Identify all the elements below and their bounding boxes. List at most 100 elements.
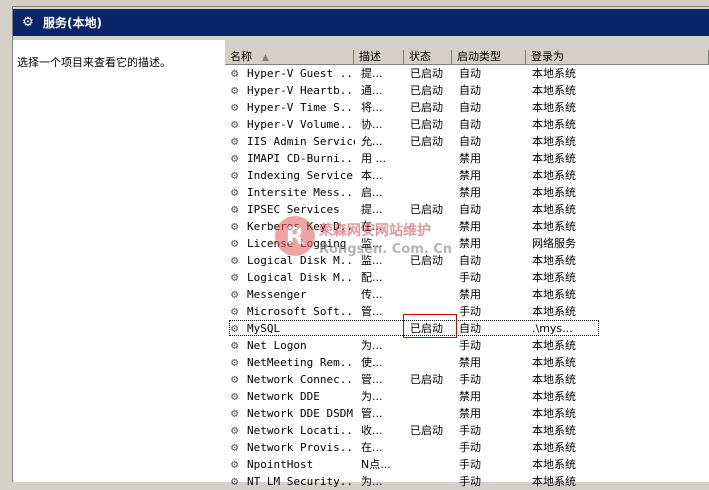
left-frame: [0, 6, 13, 482]
gear-icon: ⚙: [231, 389, 239, 403]
service-logon-as: 本地系统: [532, 186, 576, 199]
service-name: Network Provis...: [247, 441, 355, 454]
service-startup-type: 禁用: [459, 169, 481, 182]
service-startup-type: 手动: [459, 339, 481, 352]
gear-icon: ⚙: [231, 423, 239, 437]
service-startup-type: 禁用: [459, 288, 481, 301]
service-row[interactable]: ⚙ Intersite Mess... 启... 禁用 本地系统: [225, 184, 709, 201]
service-row[interactable]: ⚙ IIS Admin Service 允... 已启动 自动 本地系统: [225, 133, 709, 150]
pane-title: 服务(本地): [43, 16, 102, 30]
service-description: N点...: [361, 458, 391, 471]
column-header-logon-as[interactable]: 登录为: [526, 50, 709, 65]
service-row[interactable]: ⚙ Microsoft Soft... 管... 手动 本地系统: [225, 303, 709, 320]
service-logon-as: 本地系统: [532, 407, 576, 420]
service-description: 允...: [361, 135, 383, 148]
service-name: NpointHost: [247, 458, 314, 471]
service-row[interactable]: ⚙ Hyper-V Volume... 协... 已启动 自动 本地系统: [225, 116, 709, 133]
service-row[interactable]: ⚙ NetMeeting Rem... 使... 禁用 本地系统: [225, 354, 709, 371]
service-name: Microsoft Soft...: [247, 305, 355, 318]
column-header-description[interactable]: 描述: [354, 50, 404, 65]
service-row[interactable]: ⚙ Network Connec... 管... 已启动 手动 本地系统: [225, 371, 709, 388]
service-logon-as: 本地系统: [532, 67, 576, 80]
column-header-startup-type[interactable]: 启动类型: [452, 50, 526, 65]
service-name: Hyper-V Time S...: [247, 101, 355, 114]
gear-icon: ⚙: [231, 287, 239, 301]
service-row[interactable]: ⚙ Net Logon 为... 手动 本地系统: [225, 337, 709, 354]
sort-ascending-icon: ▲: [262, 53, 269, 63]
service-name: Hyper-V Guest ...: [247, 67, 355, 80]
service-status: 已启动: [410, 101, 443, 114]
service-row[interactable]: ⚙ Network DDE DSDM 管... 禁用 本地系统: [225, 405, 709, 422]
column-header-status[interactable]: 状态: [404, 50, 452, 65]
service-description: 传...: [361, 288, 383, 301]
service-row[interactable]: ⚙ Logical Disk M... 配... 手动 本地系统: [225, 269, 709, 286]
service-status: 已启动: [410, 373, 443, 386]
list-top-band: [225, 40, 709, 50]
service-row[interactable]: ⚙ Network Locati... 收... 已启动 手动 本地系统: [225, 422, 709, 439]
service-name: Messenger: [247, 288, 307, 301]
service-row[interactable]: ⚙ Hyper-V Guest ... 提... 已启动 自动 本地系统: [225, 65, 709, 82]
gear-icon: ⚙: [22, 15, 34, 30]
service-description: 管...: [361, 407, 383, 420]
service-row[interactable]: ⚙ Indexing Service 本... 禁用 本地系统: [225, 167, 709, 184]
service-startup-type: 自动: [459, 135, 481, 148]
service-startup-type: 自动: [459, 101, 481, 114]
service-name: NetMeeting Rem...: [247, 356, 355, 369]
gear-icon: ⚙: [231, 270, 239, 284]
service-startup-type: 手动: [459, 271, 481, 284]
service-logon-as: 本地系统: [532, 390, 576, 403]
service-row[interactable]: ⚙ NpointHost N点... 手动 本地系统: [225, 456, 709, 473]
service-logon-as: 本地系统: [532, 305, 576, 318]
service-row[interactable]: ⚙ MySQL 已启动 自动 .\mys...: [225, 320, 709, 337]
service-status: [410, 354, 458, 371]
service-name: Net Logon: [247, 339, 307, 352]
service-logon-as: 本地系统: [532, 271, 576, 284]
service-row[interactable]: ⚙ Messenger 传... 禁用 本地系统: [225, 286, 709, 303]
column-header-name[interactable]: 名称 ▲: [225, 50, 354, 65]
service-logon-as: 本地系统: [532, 254, 576, 267]
gear-icon: ⚙: [231, 134, 239, 148]
service-row[interactable]: ⚙ Network Provis... 在... 手动 本地系统: [225, 439, 709, 456]
service-startup-type: 手动: [459, 458, 481, 471]
service-description: 为...: [361, 390, 383, 403]
column-header-status-label: 状态: [409, 50, 431, 63]
service-description: 使...: [361, 356, 383, 369]
gear-icon: ⚙: [231, 185, 239, 199]
service-row[interactable]: ⚙ Hyper-V Time S... 将... 已启动 自动 本地系统: [225, 99, 709, 116]
column-header-description-label: 描述: [359, 50, 381, 63]
description-text: 选择一个项目来查看它的描述。: [17, 56, 171, 69]
toolbar-strip: [0, 0, 709, 7]
service-startup-type: 禁用: [459, 407, 481, 420]
service-status: [410, 337, 458, 354]
watermark: R 荣森网安网站维护 Rongsen. Com. Cn: [275, 212, 475, 262]
service-logon-as: 本地系统: [532, 152, 576, 165]
service-logon-as: 本地系统: [532, 441, 576, 454]
service-name: IMAPI CD-Burni...: [247, 152, 355, 165]
service-row[interactable]: ⚙ Hyper-V Heartb... 通... 已启动 自动 本地系统: [225, 82, 709, 99]
watermark-text: 荣森网安网站维护: [319, 223, 431, 239]
service-logon-as: 本地系统: [532, 339, 576, 352]
service-name: Network Locati...: [247, 424, 355, 437]
service-description: 管...: [361, 373, 383, 386]
service-startup-type: 手动: [459, 441, 481, 454]
gear-icon: ⚙: [231, 100, 239, 114]
gear-icon: ⚙: [231, 338, 239, 352]
service-startup-type: 手动: [459, 373, 481, 386]
watermark-logo: R: [275, 216, 315, 256]
service-startup-type: 禁用: [459, 186, 481, 199]
service-row[interactable]: ⚙ Network DDE 为... 禁用 本地系统: [225, 388, 709, 405]
service-name: Network DDE: [247, 390, 320, 403]
service-row[interactable]: ⚙ IMAPI CD-Burni... 用 ... 禁用 本地系统: [225, 150, 709, 167]
status-highlight-box: [403, 314, 457, 338]
service-logon-as: 本地系统: [532, 203, 576, 216]
service-description: 配...: [361, 271, 383, 284]
service-description: 将...: [361, 101, 383, 114]
service-name: Logical Disk M...: [247, 271, 355, 284]
service-status: [410, 150, 458, 167]
gear-icon: ⚙: [231, 440, 239, 454]
service-status: 已启动: [410, 424, 443, 437]
service-status: [410, 184, 458, 201]
description-pane: 选择一个项目来查看它的描述。: [13, 40, 225, 482]
service-name: Hyper-V Heartb...: [247, 84, 355, 97]
service-startup-type: 禁用: [459, 390, 481, 403]
